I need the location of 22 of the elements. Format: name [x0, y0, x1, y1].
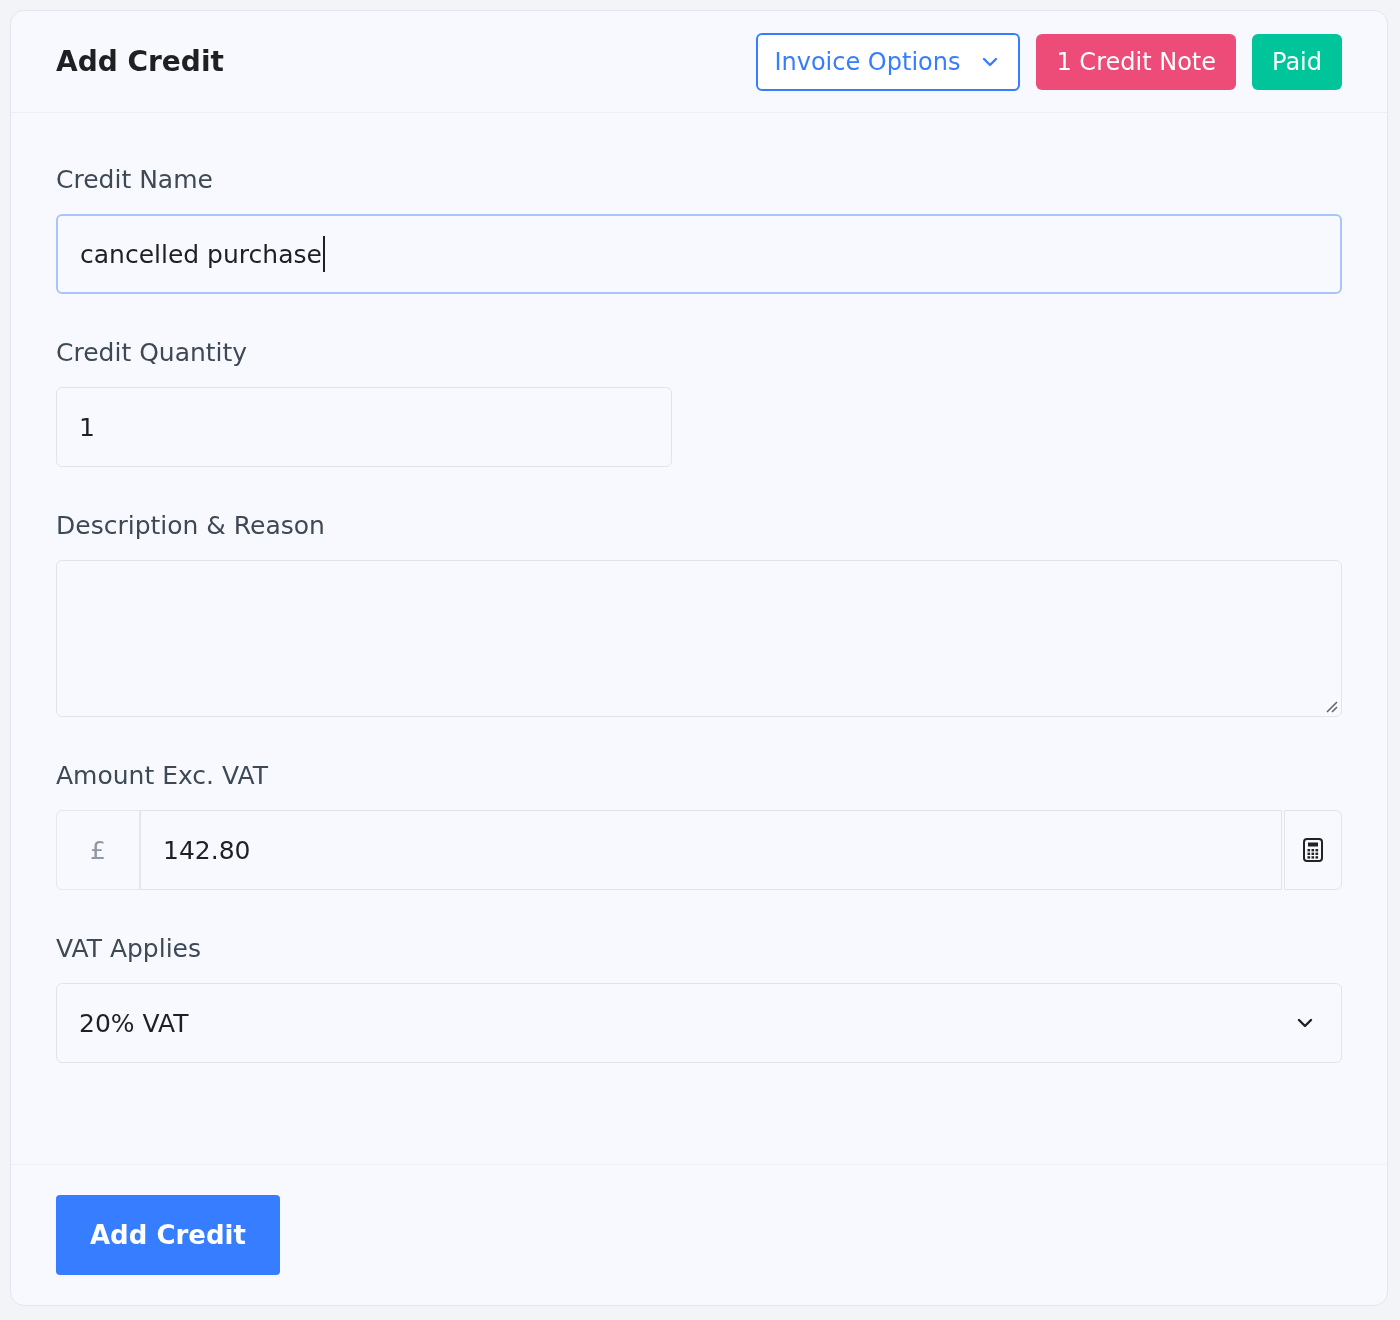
- chevron-down-icon: [982, 56, 999, 67]
- calculator-button[interactable]: [1284, 810, 1342, 890]
- textarea-field[interactable]: [56, 560, 1342, 717]
- text-cursor: [322, 236, 325, 272]
- text-field[interactable]: cancelled purchase: [56, 214, 1342, 294]
- resize-handle-icon: [1326, 701, 1338, 713]
- chevron-down-icon: [1297, 1018, 1313, 1028]
- status-badge: Paid: [1252, 33, 1342, 90]
- form-title: Add Credit: [56, 45, 224, 78]
- field-label: VAT Applies: [56, 934, 203, 963]
- field-label: Amount Exc. VAT: [56, 761, 269, 790]
- add-credit-button[interactable]: Add Credit: [56, 1195, 280, 1275]
- calculator-icon: [1303, 838, 1323, 862]
- vat-select[interactable]: 20% VAT: [56, 983, 1342, 1063]
- field-label: Credit Name: [56, 165, 214, 194]
- field-label: Description & Reason: [56, 511, 326, 540]
- status-badge: 1 Credit Note: [1036, 33, 1236, 90]
- currency-addon: £: [56, 810, 140, 890]
- field-label: Credit Quantity: [56, 338, 249, 367]
- amount-field[interactable]: 142.80: [140, 810, 1282, 890]
- quantity-field[interactable]: 1: [56, 387, 672, 467]
- invoice-options-dropdown[interactable]: Invoice Options: [756, 32, 1021, 91]
